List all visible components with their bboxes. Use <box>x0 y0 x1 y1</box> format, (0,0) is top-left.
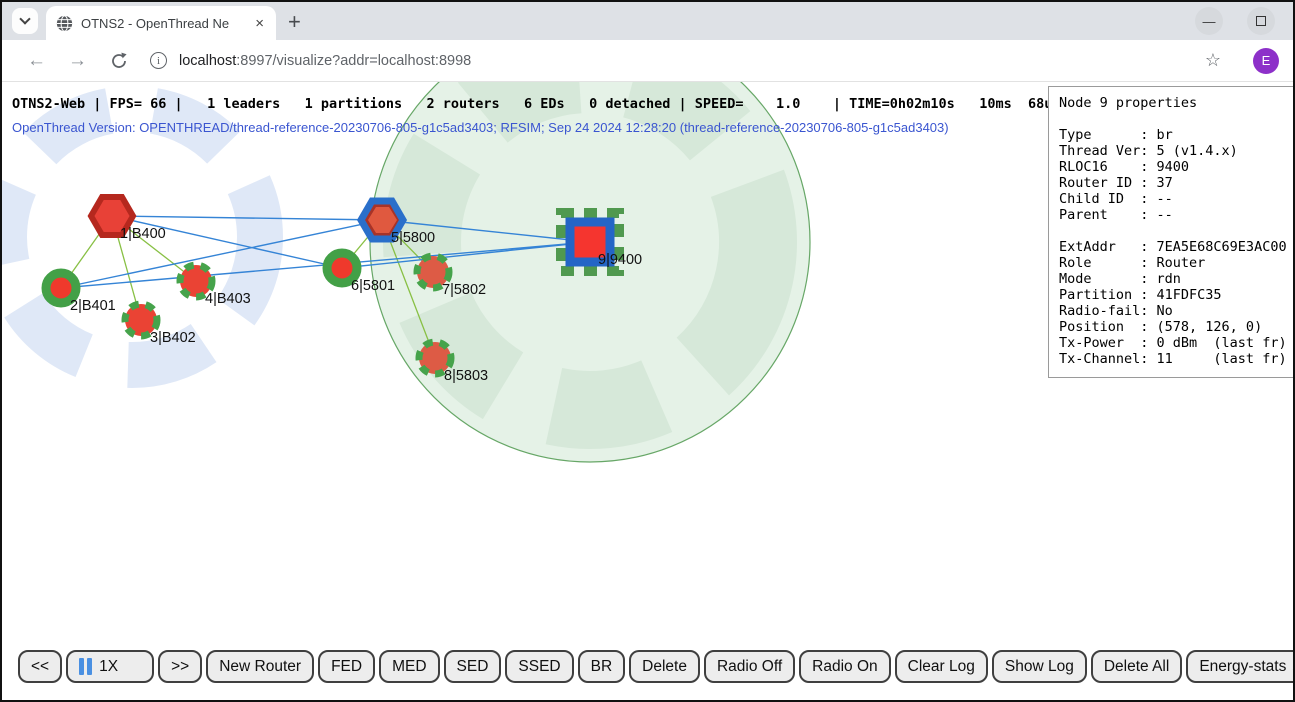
chevron-down-icon <box>19 13 30 24</box>
node-label-6: 6|5801 <box>351 278 395 294</box>
tab-search-button[interactable] <box>12 8 38 34</box>
node-label-3: 3|B402 <box>150 330 196 346</box>
openthread-version-link[interactable]: OpenThread Version: OPENTHREAD/thread-re… <box>12 120 949 135</box>
maximize-button[interactable] <box>1247 7 1275 35</box>
url-text[interactable]: localhost:8997/visualize?addr=localhost:… <box>179 53 471 69</box>
speed-label: 1X <box>99 658 118 676</box>
node-properties-panel: Node 9 properties Type : br Thread Ver: … <box>1048 86 1293 378</box>
profile-avatar[interactable]: E <box>1253 48 1279 74</box>
clear-log-button[interactable]: Clear Log <box>895 650 988 683</box>
globe-favicon-icon <box>56 15 73 32</box>
speed-pause-button[interactable]: 1X <box>66 650 154 683</box>
tab-close-icon[interactable]: × <box>251 15 268 32</box>
visualizer-canvas: 1|B400 2|B401 3|B402 4|B403 5|5800 6|580… <box>2 82 1293 699</box>
bookmark-star-icon[interactable]: ☆ <box>1205 50 1221 71</box>
site-info-icon[interactable]: i <box>150 52 167 69</box>
browser-window: OTNS2 - OpenThread Ne × + — ← → i localh… <box>0 0 1295 702</box>
br-button[interactable]: BR <box>578 650 626 683</box>
address-bar[interactable]: i localhost:8997/visualize?addr=localhos… <box>140 45 1231 77</box>
tab-strip: OTNS2 - OpenThread Ne × + — <box>2 2 1293 40</box>
node-label-2: 2|B401 <box>70 298 116 314</box>
fed-button[interactable]: FED <box>318 650 375 683</box>
forward-icon[interactable]: → <box>68 50 87 72</box>
node-label-7: 7|5802 <box>442 282 486 298</box>
minimize-button[interactable]: — <box>1195 7 1223 35</box>
new-router-button[interactable]: New Router <box>206 650 314 683</box>
simulator-status-bar: OTNS2-Web | FPS= 66 | 1 leaders 1 partit… <box>12 96 1060 112</box>
pause-icon <box>79 658 92 675</box>
node-label-9: 9|9400 <box>598 252 642 268</box>
window-controls: — <box>1195 7 1275 35</box>
url-path: :8997/visualize?addr=localhost:8998 <box>236 53 471 69</box>
maximize-icon <box>1256 16 1266 26</box>
node-label-1: 1|B400 <box>120 226 166 242</box>
node-properties-text: Node 9 properties Type : br Thread Ver: … <box>1059 95 1293 367</box>
step-forward-button[interactable]: >> <box>158 650 202 683</box>
reload-icon[interactable] <box>109 51 129 71</box>
navigation-bar: ← → i localhost:8997/visualize?addr=loca… <box>2 40 1293 82</box>
node-label-4: 4|B403 <box>205 291 251 307</box>
simulator-toolbar: << 1X >> New Router FED MED SED SSED BR … <box>18 650 1293 683</box>
delete-all-button[interactable]: Delete All <box>1091 650 1182 683</box>
radio-on-button[interactable]: Radio On <box>799 650 890 683</box>
ssed-button[interactable]: SSED <box>505 650 573 683</box>
node-label-8: 8|5803 <box>444 368 488 384</box>
step-back-button[interactable]: << <box>18 650 62 683</box>
med-button[interactable]: MED <box>379 650 439 683</box>
url-host: localhost <box>179 53 236 69</box>
sed-button[interactable]: SED <box>444 650 502 683</box>
tab-title: OTNS2 - OpenThread Ne <box>81 16 241 31</box>
browser-tab[interactable]: OTNS2 - OpenThread Ne × <box>46 6 276 40</box>
new-tab-button[interactable]: + <box>288 12 301 32</box>
energy-stats-button[interactable]: Energy-stats ↗ <box>1186 650 1293 683</box>
delete-button[interactable]: Delete <box>629 650 700 683</box>
show-log-button[interactable]: Show Log <box>992 650 1087 683</box>
node-label-5: 5|5800 <box>391 230 435 246</box>
back-icon[interactable]: ← <box>27 50 46 72</box>
radio-off-button[interactable]: Radio Off <box>704 650 795 683</box>
